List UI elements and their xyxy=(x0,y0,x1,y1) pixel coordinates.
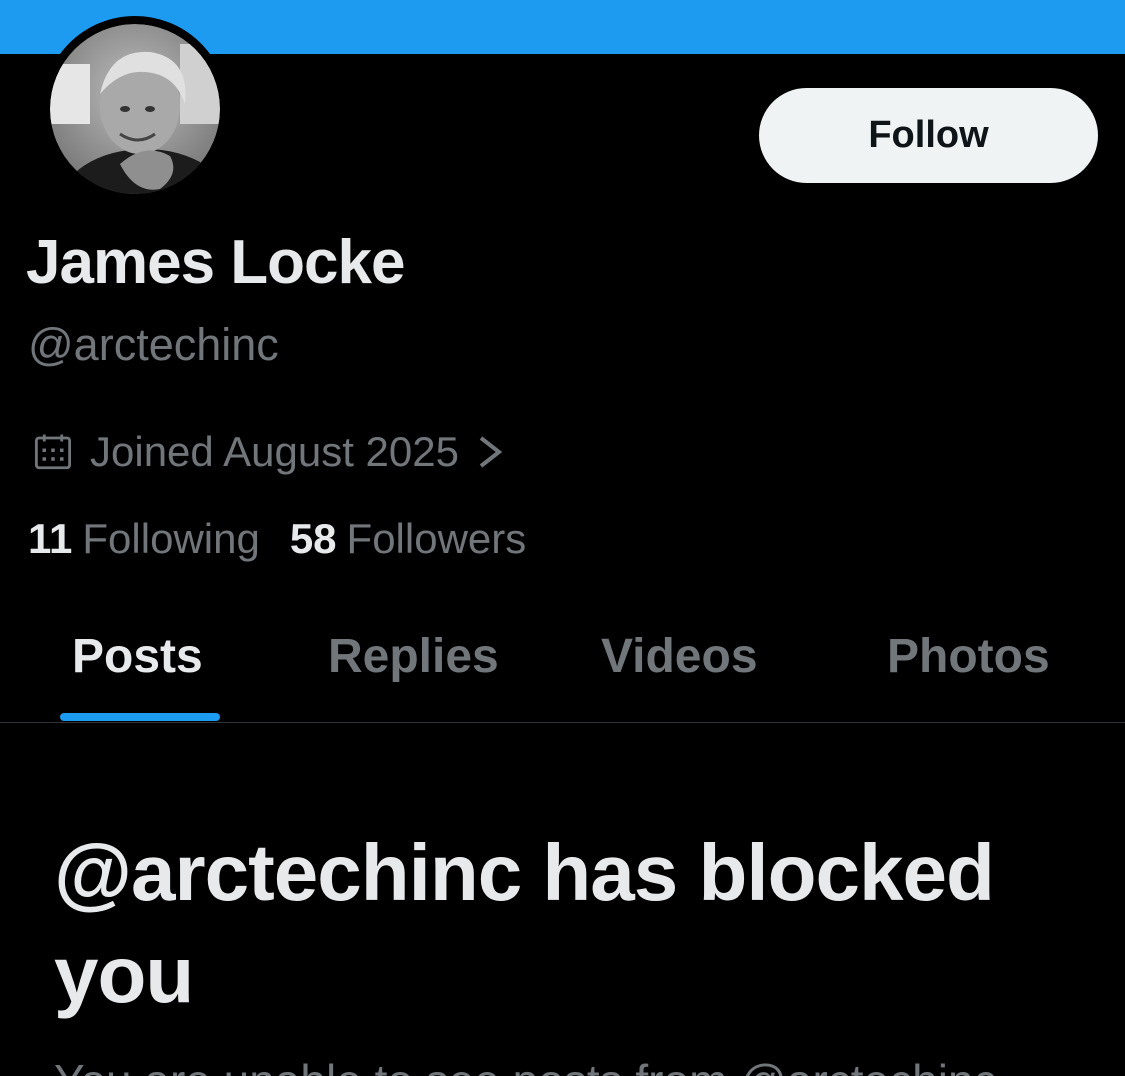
blocked-message-title: @arctechinc has blocked you xyxy=(54,828,995,1019)
following-label: Following xyxy=(82,515,260,562)
profile-photo xyxy=(50,24,220,194)
profile-page: Follow James Locke @arctechinc Joined Au… xyxy=(0,0,1125,1076)
tab-replies[interactable]: Replies xyxy=(328,628,499,686)
following-count: 11 xyxy=(28,515,73,562)
followers-label: Followers xyxy=(346,515,527,562)
joined-date-row[interactable]: Joined August 2025 xyxy=(32,424,505,480)
followers-link[interactable]: 58 Followers xyxy=(290,515,526,563)
profile-tabs: Posts Replies Videos Photos xyxy=(0,600,1125,723)
follow-button[interactable]: Follow xyxy=(759,88,1098,183)
follow-stats: 11 Following 58 Followers xyxy=(28,515,526,563)
joined-text: Joined August 2025 xyxy=(90,428,459,475)
display-name: James Locke xyxy=(26,228,405,297)
followers-count: 58 xyxy=(289,515,337,562)
active-tab-indicator xyxy=(60,713,220,721)
avatar[interactable] xyxy=(42,16,228,202)
chevron-right-icon xyxy=(479,436,503,468)
calendar-icon xyxy=(34,434,72,470)
tab-photos[interactable]: Photos xyxy=(887,628,1050,686)
tab-videos[interactable]: Videos xyxy=(601,628,758,686)
tab-posts[interactable]: Posts xyxy=(72,628,203,686)
blocked-message-subtitle: You are unable to see posts from @arctec… xyxy=(54,1054,1114,1076)
user-handle: @arctechinc xyxy=(28,319,279,370)
following-link[interactable]: 11 Following xyxy=(28,515,260,563)
